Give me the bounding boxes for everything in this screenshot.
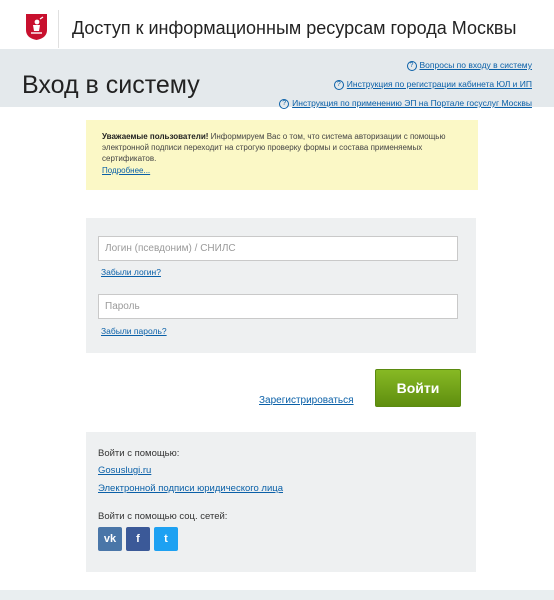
gosuslugi-link[interactable]: Gosuslugi.ru: [98, 465, 151, 476]
help-link-login-questions[interactable]: ? Вопросы по входу в систему: [279, 56, 532, 75]
moscow-coat-of-arms-icon: [26, 14, 47, 40]
forgot-login-link[interactable]: Забыли логин?: [101, 267, 161, 277]
notice-more-link[interactable]: Подробнее...: [102, 165, 150, 176]
notice-box: Уважаемые пользователи! Информируем Вас …: [86, 120, 478, 190]
login-button[interactable]: Войти: [375, 369, 461, 407]
register-link[interactable]: Зарегистрироваться: [259, 395, 354, 406]
vk-icon[interactable]: vk: [98, 527, 122, 551]
help-icon: ?: [406, 60, 417, 71]
forgot-password-link[interactable]: Забыли пароль?: [101, 326, 167, 336]
password-input[interactable]: [98, 294, 458, 319]
twitter-icon[interactable]: t: [154, 527, 178, 551]
legal-entity-signature-link[interactable]: Электронной подписи юридического лица: [98, 483, 283, 494]
help-link-signature-guide[interactable]: ? Инструкция по применению ЭП на Портале …: [279, 94, 532, 113]
moscow-logo: [20, 10, 59, 48]
login-form: Забыли логин? Забыли пароль?: [86, 218, 476, 353]
site-title: Доступ к информационным ресурсам города …: [72, 18, 517, 38]
alternative-login-panel: Войти с помощью: Gosuslugi.ru Электронно…: [86, 432, 476, 572]
help-icon: ?: [279, 98, 290, 109]
login-input[interactable]: [98, 236, 458, 261]
help-link-registration-guide[interactable]: ? Инструкция по регистрации кабинета ЮЛ и…: [279, 75, 532, 94]
help-icon: ?: [333, 79, 344, 90]
alternative-login-heading: Войти с помощью:: [98, 448, 180, 459]
facebook-icon[interactable]: f: [126, 527, 150, 551]
page-title: Вход в систему: [22, 71, 200, 99]
social-login-heading: Войти с помощью соц. сетей:: [98, 511, 228, 522]
footer-strip: [0, 590, 554, 600]
help-links: ? Вопросы по входу в систему ? Инструкция …: [279, 56, 532, 113]
notice-heading: Уважаемые пользователи!: [102, 132, 209, 141]
